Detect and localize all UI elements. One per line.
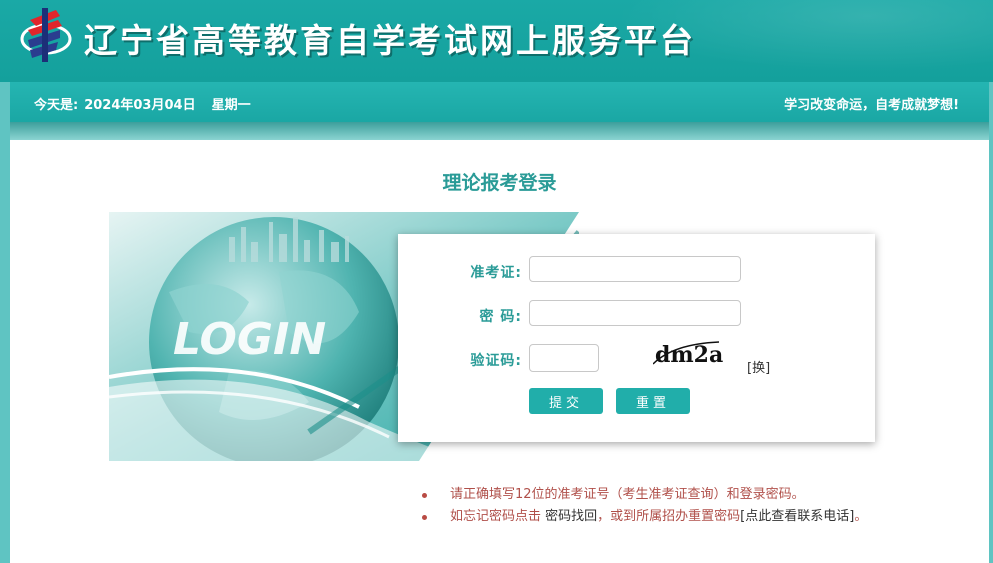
- password-recovery-link[interactable]: 密码找回: [545, 509, 597, 524]
- contact-phone-link[interactable]: [点此查看联系电话]: [740, 509, 854, 524]
- current-date: 今天是: 2024年03月04日 星期一: [34, 94, 257, 113]
- exam-id-input[interactable]: [529, 256, 741, 282]
- exam-id-query-link[interactable]: 考生准考证查询: [623, 487, 714, 502]
- info-bar: 今天是: 2024年03月04日 星期一 学习改变命运，自考成就梦想!: [10, 82, 989, 122]
- page-title: 理论报考登录: [442, 172, 557, 194]
- submit-button[interactable]: 提交: [529, 388, 603, 414]
- main-panel: 理论报考登录 LOGIN 准考证: 密 码: 验证码: dm2a [换] 提交 …: [10, 140, 989, 563]
- note-item: 请正确填写12位的准考证号（考生准考证查询）和登录密码。: [422, 484, 867, 506]
- exam-id-row: 准考证:: [398, 256, 875, 286]
- site-title: 辽宁省高等教育自学考试网上服务平台: [84, 21, 696, 60]
- site-header: 辽宁省高等教育自学考试网上服务平台: [0, 0, 993, 82]
- note-text: 。: [854, 509, 868, 524]
- password-input[interactable]: [529, 300, 741, 326]
- captcha-row: 验证码:: [398, 344, 875, 374]
- weekday-text: 星期一: [211, 98, 251, 113]
- note-item: 如忘记密码点击 密码找回，或到所属招办重置密码[点此查看联系电话]。: [422, 506, 867, 528]
- password-row: 密 码:: [398, 300, 875, 330]
- captcha-image[interactable]: dm2a: [653, 340, 723, 368]
- header-divider: [10, 122, 989, 140]
- exam-id-label: 准考证:: [470, 265, 522, 281]
- note-text: ，或到所属招办重置密码: [597, 509, 741, 524]
- today-label: 今天是:: [34, 98, 79, 113]
- note-text: ）和登录密码。: [713, 487, 805, 502]
- date-text: 2024年03月04日: [84, 98, 196, 113]
- captcha-refresh-link[interactable]: [换]: [747, 357, 770, 376]
- captcha-input[interactable]: [529, 344, 599, 372]
- note-text: 请正确填写12位的准考证号（: [450, 487, 623, 502]
- login-form: 准考证: 密 码: 验证码: dm2a [换] 提交 重置: [398, 234, 875, 442]
- left-border: [0, 140, 10, 563]
- note-text: 如忘记密码点击: [450, 509, 546, 524]
- password-label: 密 码:: [479, 309, 522, 325]
- captcha-label: 验证码:: [470, 353, 522, 369]
- notes-list: 请正确填写12位的准考证号（考生准考证查询）和登录密码。 如忘记密码点击 密码找…: [422, 484, 867, 528]
- slogan: 学习改变命运，自考成就梦想!: [784, 98, 959, 113]
- banner-login-text: LOGIN: [173, 314, 326, 365]
- logo-icon: [20, 8, 72, 62]
- reset-button[interactable]: 重置: [616, 388, 690, 414]
